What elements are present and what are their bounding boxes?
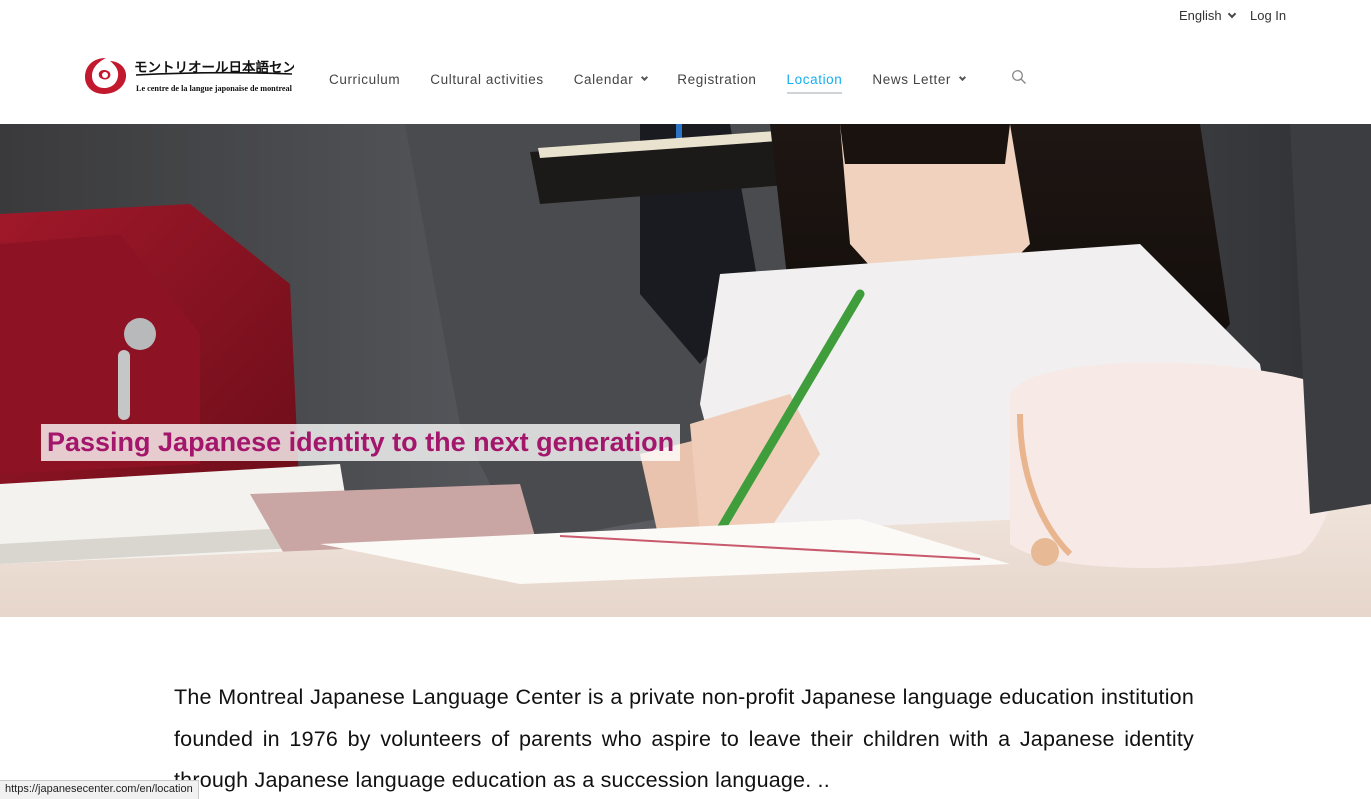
nav-item-registration[interactable]: Registration — [677, 68, 756, 90]
nav-item-location[interactable]: Location — [786, 68, 843, 94]
nav-item-label: Calendar — [573, 71, 634, 87]
language-selector[interactable]: English — [1179, 8, 1236, 23]
nav-item-label: News Letter — [872, 71, 952, 87]
site-header: モントリオール日本語センター Le centre de la langue ja… — [0, 34, 1371, 124]
nav-item-label: Cultural activities — [430, 71, 544, 87]
chevron-down-icon — [641, 73, 649, 81]
nav-item-label: Location — [786, 71, 843, 87]
site-logo[interactable]: モントリオール日本語センター Le centre de la langue ja… — [84, 54, 294, 98]
language-label: English — [1179, 8, 1222, 23]
nav-item-calendar[interactable]: Calendar — [573, 68, 649, 90]
logo-mark-icon — [85, 58, 127, 94]
chevron-down-icon — [958, 73, 967, 81]
logo-japanese-wordmark: モントリオール日本語センター — [134, 59, 294, 76]
top-bar: English Log In — [0, 0, 1371, 34]
hero-headline: Passing Japanese identity to the next ge… — [41, 424, 681, 461]
nav-item-curriculum[interactable]: Curriculum — [329, 68, 400, 90]
status-bar-url: https://japanesecenter.com/en/location — [0, 780, 199, 799]
search-icon[interactable] — [1011, 69, 1027, 85]
nav-item-label: Registration — [677, 71, 757, 87]
hero-banner: Passing Japanese identity to the next ge… — [0, 124, 1371, 617]
intro-paragraph: The Montreal Japanese Language Center is… — [174, 685, 1194, 792]
nav-item-label: Curriculum — [329, 71, 401, 87]
login-link[interactable]: Log In — [1250, 8, 1286, 23]
nav-item-news-letter[interactable]: News Letter — [872, 68, 967, 90]
chevron-down-icon — [1227, 9, 1236, 18]
main-nav: Curriculum Cultural activities Calendar … — [329, 68, 995, 94]
hero-image — [0, 124, 1371, 617]
logo-subtitle: Le centre de la langue japonaise de mont… — [136, 84, 292, 93]
nav-item-cultural-activities[interactable]: Cultural activities — [430, 68, 543, 90]
